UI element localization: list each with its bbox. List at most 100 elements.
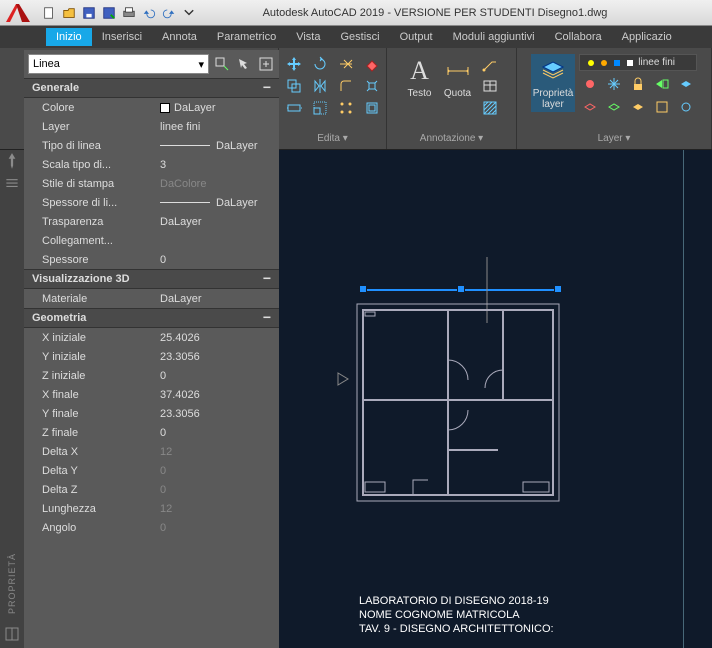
palette-collapse-icon[interactable] (4, 626, 20, 642)
prop-trasparenza[interactable]: DaLayer (156, 212, 279, 231)
grip-mid[interactable] (457, 285, 465, 293)
tab-parametrico[interactable]: Parametrico (207, 28, 286, 46)
prop-colleg[interactable] (156, 231, 279, 250)
tab-collabora[interactable]: Collabora (545, 28, 612, 46)
section-geometria[interactable]: Geometria− (24, 308, 279, 328)
prop-xfin[interactable]: 37.4026 (156, 385, 279, 404)
undo-icon[interactable] (140, 4, 158, 22)
main-area: PROPRIETÀ Linea ▾ Generale− ColoreDaLaye… (0, 150, 712, 648)
ribbon-group-anno-title[interactable]: Annotazione ▾ (420, 129, 483, 147)
prop-dy: 0 (156, 461, 279, 480)
stretch-icon[interactable] (283, 98, 305, 118)
layer-prev-icon[interactable] (627, 97, 649, 117)
tab-moduli[interactable]: Moduli aggiuntivi (443, 28, 545, 46)
trim-icon[interactable] (335, 54, 357, 74)
layer-freeze-icon[interactable] (603, 74, 625, 94)
tab-inizio[interactable]: Inizio (46, 28, 92, 46)
palette-pin-icon[interactable] (3, 152, 21, 170)
palette-title: PROPRIETÀ (7, 553, 17, 614)
prop-xiniz[interactable]: 25.4026 (156, 328, 279, 347)
collapse-icon[interactable]: − (263, 82, 271, 94)
hatch-anno-icon[interactable] (479, 98, 501, 118)
grip-end[interactable] (554, 285, 562, 293)
select-objects-icon[interactable] (235, 55, 253, 73)
rotate-icon[interactable] (309, 54, 331, 74)
tab-vista[interactable]: Vista (286, 28, 330, 46)
collapse-icon[interactable]: − (263, 273, 271, 285)
drawing-canvas[interactable]: LABORATORIO DI DISEGNO 2018-19 NOME COGN… (279, 150, 712, 648)
tab-inserisci[interactable]: Inserisci (92, 28, 152, 46)
layer-off-icon[interactable] (579, 74, 601, 94)
selection-type-dropdown[interactable]: Linea ▾ (28, 54, 209, 74)
save-icon[interactable] (80, 4, 98, 22)
copy-icon[interactable] (283, 76, 305, 96)
layer-selector[interactable]: linee fini (579, 54, 697, 71)
prop-zfin[interactable]: 0 (156, 423, 279, 442)
offset-icon[interactable] (361, 98, 383, 118)
layer-uniso-icon[interactable] (603, 97, 625, 117)
prop-dx: 12 (156, 442, 279, 461)
title-bar: Autodesk AutoCAD 2019 - VERSIONE PER STU… (0, 0, 712, 26)
erase-icon[interactable] (361, 54, 383, 74)
testo-button[interactable]: A Testo (403, 54, 437, 101)
prop-colore[interactable]: DaLayer (156, 98, 279, 117)
prop-tipolinea[interactable]: DaLayer (156, 136, 279, 155)
move-icon[interactable] (283, 54, 305, 74)
plot-icon[interactable] (120, 4, 138, 22)
tab-applicazioni[interactable]: Applicazio (612, 28, 682, 46)
open-icon[interactable] (60, 4, 78, 22)
lineweight-preview-icon (160, 202, 210, 203)
pick-add-icon[interactable] (257, 55, 275, 73)
layer-more1-icon[interactable] (675, 74, 697, 94)
prop-angolo: 0 (156, 518, 279, 537)
title-block-text: LABORATORIO DI DISEGNO 2018-19 NOME COGN… (359, 594, 554, 636)
layer-lock-icon[interactable] (627, 74, 649, 94)
qat-dropdown-icon[interactable] (180, 4, 198, 22)
ribbon-group-annotazione: A Testo Quota Annotazione ▾ (387, 48, 517, 149)
floor-plan (353, 300, 563, 505)
prop-yiniz[interactable]: 23.3056 (156, 347, 279, 366)
prop-ziniz[interactable]: 0 (156, 366, 279, 385)
tab-output[interactable]: Output (390, 28, 443, 46)
layer-match-icon[interactable] (651, 74, 673, 94)
leader-icon[interactable] (479, 54, 501, 74)
ribbon-group-layer-title[interactable]: Layer ▾ (598, 129, 631, 147)
explode-icon[interactable] (361, 76, 383, 96)
section-vis3d[interactable]: Visualizzazione 3D− (24, 269, 279, 289)
viewport-indicator-icon (337, 372, 349, 391)
collapse-icon[interactable]: − (263, 312, 271, 324)
grip-start[interactable] (359, 285, 367, 293)
new-icon[interactable] (40, 4, 58, 22)
proprieta-layer-button[interactable]: Proprietà layer (531, 54, 576, 112)
linetype-preview-icon (160, 145, 210, 146)
section-generale[interactable]: Generale− (24, 78, 279, 98)
palette-menu-icon[interactable] (3, 174, 21, 192)
layer-more2-icon[interactable] (675, 97, 697, 117)
guide-line (683, 150, 684, 648)
saveas-icon[interactable] (100, 4, 118, 22)
prop-layer[interactable]: linee fini (156, 117, 279, 136)
array-icon[interactable] (335, 98, 357, 118)
scale-icon[interactable] (309, 98, 331, 118)
redo-icon[interactable] (160, 4, 178, 22)
prop-lung: 12 (156, 499, 279, 518)
quick-access-toolbar (38, 4, 198, 22)
prop-dz: 0 (156, 480, 279, 499)
quick-select-icon[interactable] (213, 55, 231, 73)
prop-scalatl[interactable]: 3 (156, 155, 279, 174)
mirror-icon[interactable] (309, 76, 331, 96)
layer-iso-icon[interactable] (579, 97, 601, 117)
table-icon[interactable] (479, 76, 501, 96)
ribbon-group-edita-title[interactable]: Edita ▾ (317, 129, 348, 147)
app-logo[interactable] (0, 0, 38, 26)
prop-spessli[interactable]: DaLayer (156, 193, 279, 212)
properties-panel: Linea ▾ Generale− ColoreDaLayer Layerlin… (24, 50, 279, 648)
fillet-icon[interactable] (335, 76, 357, 96)
tab-gestisci[interactable]: Gestisci (330, 28, 389, 46)
prop-yfin[interactable]: 23.3056 (156, 404, 279, 423)
quota-button[interactable]: Quota (441, 54, 475, 101)
prop-materiale[interactable]: DaLayer (156, 289, 279, 308)
tab-annota[interactable]: Annota (152, 28, 207, 46)
prop-spessore[interactable]: 0 (156, 250, 279, 269)
layer-state-icon[interactable] (651, 97, 673, 117)
